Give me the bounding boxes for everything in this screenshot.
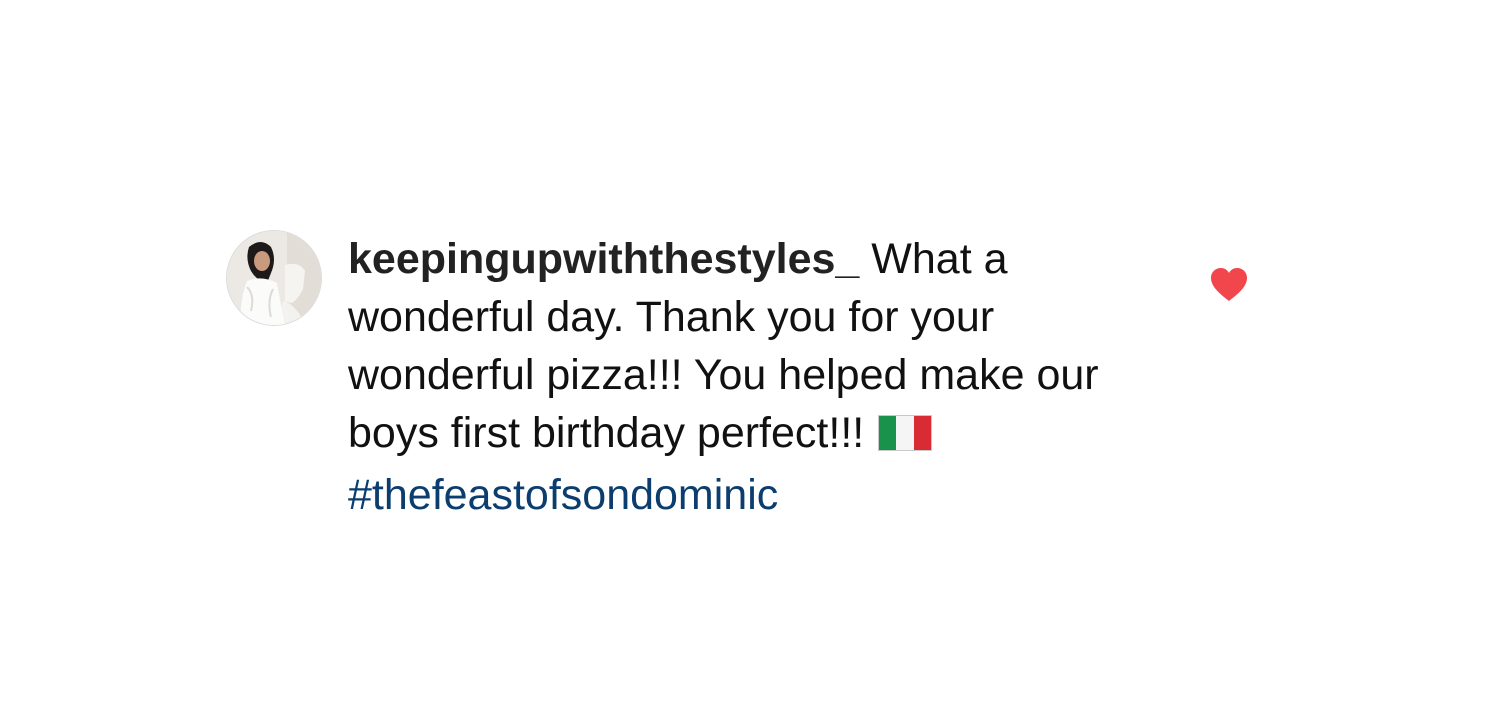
comment-text: keepingupwiththestyles_ What a wonderful… (348, 230, 1138, 524)
like-heart-icon[interactable] (1209, 267, 1249, 303)
comment-username[interactable]: keepingupwiththestyles_ (348, 235, 859, 283)
comment: keepingupwiththestyles_ What a wonderful… (226, 230, 1266, 520)
avatar[interactable] (226, 230, 322, 326)
avatar-photo (227, 231, 321, 325)
italy-flag-icon (878, 408, 933, 466)
hashtag-link[interactable]: #thefeastofsondominic (348, 466, 778, 524)
